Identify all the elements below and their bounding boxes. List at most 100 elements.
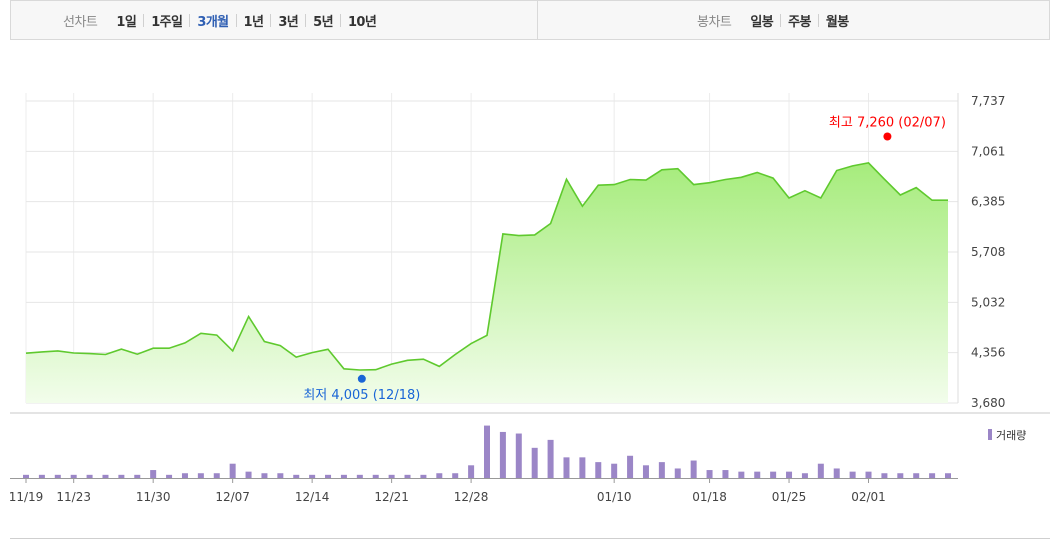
volume-bar xyxy=(436,473,443,478)
volume-bar xyxy=(722,470,729,478)
volume-bar xyxy=(817,463,824,478)
candle-chart-group: 봉차트 일봉 주봉 월봉 xyxy=(697,1,856,39)
candle-weekly[interactable]: 주봉 xyxy=(781,11,818,30)
volume-bar xyxy=(23,474,29,478)
volume-bar xyxy=(913,473,920,478)
volume-bar xyxy=(865,471,872,478)
volume-bar xyxy=(595,462,602,478)
volume-bar xyxy=(897,473,904,478)
volume-bar xyxy=(38,474,45,478)
volume-bar xyxy=(356,474,363,478)
volume-bar xyxy=(515,433,522,478)
volume-bar xyxy=(245,471,252,478)
volume-bar xyxy=(102,474,109,478)
volume-bar xyxy=(134,474,141,478)
volume-bar xyxy=(309,474,316,478)
price-volume-chart: 7,737 7,061 6,385 5,708 5,032 4,356 3,680 최고 7,… xyxy=(9,93,1050,504)
y-tick-label: 7,061 xyxy=(971,144,1005,158)
volume-bar xyxy=(658,462,665,478)
volume-bar xyxy=(261,473,268,478)
y-tick-label: 5,032 xyxy=(971,295,1005,309)
volume-bar xyxy=(229,463,236,478)
volume-bar xyxy=(754,471,761,478)
x-tick-label: 11/30 xyxy=(136,490,171,504)
volume-bar xyxy=(213,473,220,478)
period-5y[interactable]: 5년 xyxy=(306,11,340,30)
x-tick-label: 11/19 xyxy=(9,490,44,504)
x-tick-label: 01/10 xyxy=(597,490,632,504)
volume-bar xyxy=(674,468,681,478)
volume-bar xyxy=(499,431,506,478)
candle-chart-label: 봉차트 xyxy=(697,14,732,30)
period-10y[interactable]: 10년 xyxy=(341,11,383,30)
x-tick-label: 02/01 xyxy=(851,490,886,504)
volume-bar xyxy=(690,460,697,478)
volume-bar xyxy=(86,474,93,478)
volume-bar xyxy=(738,471,745,478)
x-tick-label: 01/25 xyxy=(772,490,807,504)
volume-bar xyxy=(706,470,713,478)
y-tick-label: 7,737 xyxy=(971,94,1005,108)
volume-bar xyxy=(340,474,347,478)
volume-bar xyxy=(293,474,300,478)
volume-bar xyxy=(420,474,427,478)
period-1d[interactable]: 1일 xyxy=(109,11,143,30)
volume-bar xyxy=(404,474,411,478)
high-marker xyxy=(883,132,892,141)
y-tick-label: 5,708 xyxy=(971,245,1005,259)
low-marker xyxy=(357,374,366,383)
x-tick-label: 12/28 xyxy=(454,490,489,504)
x-tick-label: 12/07 xyxy=(215,490,250,504)
volume-bar xyxy=(531,447,538,478)
period-1y[interactable]: 1년 xyxy=(237,11,271,30)
volume-bar xyxy=(547,439,554,478)
volume-bar xyxy=(277,473,284,478)
volume-bar xyxy=(372,474,379,478)
volume-bar xyxy=(563,457,570,478)
volume-bar xyxy=(642,465,649,478)
line-chart-group: 선차트 1일 1주일 3개월 1년 3년 5년 10년 xyxy=(63,1,383,39)
volume-bar xyxy=(627,455,634,478)
volume-bar xyxy=(929,473,936,478)
volume-bar xyxy=(786,471,793,478)
candle-monthly[interactable]: 월봉 xyxy=(819,11,856,30)
x-tick-label: 12/21 xyxy=(374,490,409,504)
period-1w[interactable]: 1주일 xyxy=(144,11,189,30)
candle-daily[interactable]: 일봉 xyxy=(743,11,780,30)
toolbar-separator xyxy=(537,1,538,39)
volume-bar xyxy=(325,474,332,478)
volume-bar xyxy=(166,474,173,478)
y-tick-label: 3,680 xyxy=(971,396,1005,410)
period-3y[interactable]: 3년 xyxy=(271,11,305,30)
y-tick-label: 6,385 xyxy=(971,195,1005,209)
volume-bar xyxy=(881,473,888,478)
volume-bar xyxy=(945,473,951,478)
volume-bar xyxy=(197,473,204,478)
volume-bar xyxy=(150,470,157,478)
bottom-border xyxy=(10,538,1050,539)
volume-bar xyxy=(833,468,840,478)
volume-bar xyxy=(181,473,188,478)
x-tick-label: 12/14 xyxy=(295,490,330,504)
y-tick-label: 4,356 xyxy=(971,346,1005,360)
volume-bar xyxy=(388,474,395,478)
volume-legend-swatch xyxy=(988,429,992,440)
price-area xyxy=(26,162,948,403)
x-tick-label: 11/23 xyxy=(56,490,91,504)
volume-bar xyxy=(54,474,61,478)
period-3m[interactable]: 3개월 xyxy=(190,11,235,30)
x-tick-label: 01/18 xyxy=(692,490,727,504)
low-label: 최저 4,005 (12/18) xyxy=(303,388,420,403)
volume-bar xyxy=(70,474,77,478)
line-chart-label: 선차트 xyxy=(63,14,98,30)
volume-bar xyxy=(801,473,808,478)
volume-bar xyxy=(468,465,475,478)
volume-bar xyxy=(849,471,856,478)
volume-bar xyxy=(770,471,777,478)
high-label: 최고 7,260 (02/07) xyxy=(829,116,946,131)
volume-bar xyxy=(611,463,618,478)
volume-bar xyxy=(452,473,459,478)
volume-bar xyxy=(484,425,490,478)
volume-legend-label: 거래량 xyxy=(996,429,1026,442)
volume-bar xyxy=(118,474,125,478)
